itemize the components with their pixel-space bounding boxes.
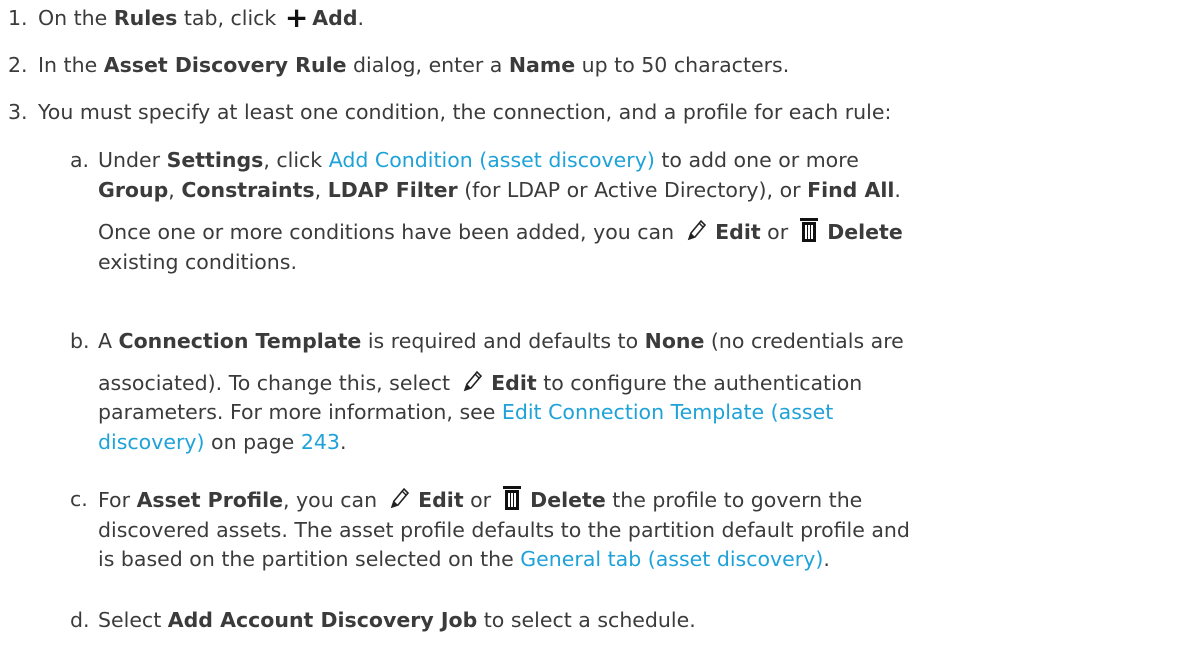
connection-template-label: Connection Template	[118, 329, 362, 353]
find-all-label: Find All	[807, 177, 895, 202]
trash-icon	[799, 217, 819, 243]
step-text: You must specify at least one condition,…	[38, 100, 892, 124]
substep-text: or	[463, 488, 498, 512]
settings-label: Settings	[166, 148, 264, 172]
substep-text: associated). To change this, select	[98, 370, 457, 395]
substep-text: on page	[204, 430, 301, 455]
step-number: 1.	[8, 6, 28, 30]
general-tab-link[interactable]: General tab (asset discovery)	[520, 547, 823, 571]
substep-text: is based on the partition selected on th…	[98, 547, 521, 572]
substep-text: is required and defaults to	[361, 329, 645, 353]
pencil-icon	[461, 370, 483, 394]
pencil-icon	[685, 219, 707, 243]
edit-connection-template-link[interactable]: Edit Connection Template (asset	[502, 400, 833, 424]
asset-profile-label: Asset Profile	[136, 488, 284, 512]
dialog-name: Asset Discovery Rule	[103, 53, 347, 77]
substep-c: c. For Asset Profile, you can Edit or De…	[70, 485, 1185, 575]
delete-label: Delete	[827, 220, 903, 245]
substep-d: d. Select Add Account Discovery Job to s…	[70, 606, 1185, 636]
substep-text: to add one or more	[654, 148, 859, 172]
step-text: In the	[38, 53, 104, 77]
substep-text: Select	[98, 608, 168, 632]
group-label: Group	[98, 177, 169, 202]
step-text: dialog, enter a	[346, 53, 509, 77]
substep-text: , you can	[283, 488, 384, 512]
step-number: 2.	[8, 53, 28, 77]
substep-letter: d.	[70, 608, 90, 632]
ldap-filter-label: LDAP Filter	[327, 177, 458, 202]
substep-letter: c.	[70, 487, 88, 511]
substep-text: parameters. For more information, see	[98, 400, 502, 425]
edit-connection-template-link-cont[interactable]: discovery)	[98, 430, 205, 454]
step-2: 2. In the Asset Discovery Rule dialog, en…	[8, 51, 789, 81]
step-text: .	[357, 6, 365, 30]
substep-text: discovered assets. The asset profile def…	[98, 517, 910, 542]
edit-label: Edit	[491, 370, 537, 395]
trash-icon	[502, 485, 522, 511]
substep-text: .	[823, 547, 830, 572]
page-number-link[interactable]: 243	[301, 430, 340, 454]
substep-text: , click	[263, 148, 329, 172]
substep-b: b. A Connection Template is required and…	[70, 327, 1185, 458]
none-label: None	[644, 329, 705, 353]
substep-text: the profile to govern the	[605, 488, 863, 512]
step-number: 3.	[8, 100, 28, 124]
pencil-icon	[388, 487, 410, 511]
substep-text: or	[760, 220, 795, 245]
document-page: 1. On the Rules tab, click + Add. 2. In the…	[0, 0, 1191, 645]
substep-letter: a.	[70, 148, 90, 172]
substep-text: (for LDAP or Active Directory), or	[457, 177, 808, 202]
substep-text: ,	[168, 177, 182, 202]
edit-label: Edit	[418, 488, 464, 512]
step-text: tab, click	[177, 6, 283, 30]
step-1: 1. On the Rules tab, click + Add.	[8, 4, 364, 34]
substep-text: .	[339, 430, 347, 455]
add-condition-link[interactable]: Add Condition (asset discovery)	[329, 148, 655, 172]
substep-text: ,	[314, 177, 328, 202]
substep-text: Under	[98, 148, 167, 172]
substep-text: .	[894, 177, 901, 202]
add-account-discovery-job-label: Add Account Discovery Job	[167, 608, 478, 632]
step-3: 3. You must specify at least one conditio…	[8, 98, 891, 128]
substep-a: a. Under Settings, click Add Condition (…	[70, 146, 1185, 278]
delete-label: Delete	[530, 488, 606, 512]
step-text: up to 50 characters.	[575, 53, 790, 77]
constraints-label: Constraints	[181, 177, 315, 202]
substep-text: (no credentials are	[704, 329, 904, 353]
substep-text: Once one or more conditions have been ad…	[98, 220, 681, 245]
substep-letter: b.	[70, 329, 90, 353]
edit-label: Edit	[715, 220, 761, 245]
plus-icon: +	[284, 1, 309, 34]
substep-text: to configure the authentication	[536, 370, 863, 395]
substep-text: existing conditions.	[98, 250, 297, 275]
substep-text: A	[98, 329, 119, 353]
name-field-label: Name	[508, 53, 576, 77]
substep-text: For	[98, 488, 137, 512]
step-text: On the	[38, 6, 114, 30]
substep-text: to select a schedule.	[477, 608, 696, 632]
rules-tab-label: Rules	[113, 6, 178, 30]
add-label: Add	[312, 6, 358, 30]
